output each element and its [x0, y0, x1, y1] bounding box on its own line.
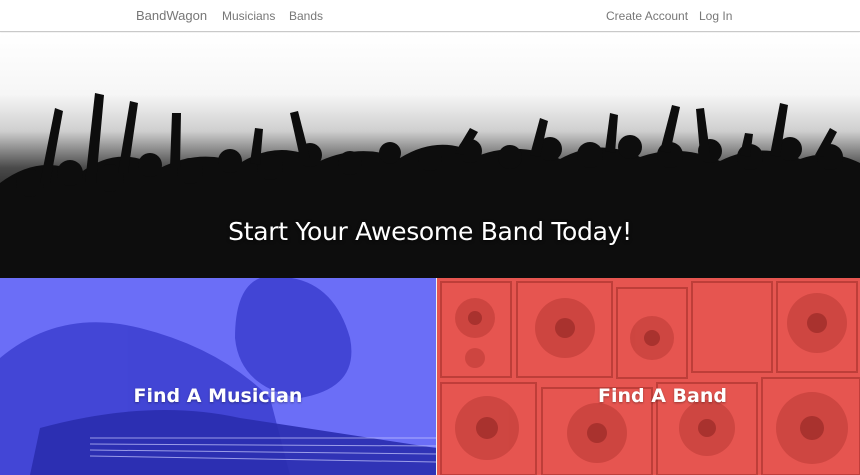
speaker-stack-image — [440, 281, 860, 475]
find-band-label: Find A Band — [598, 385, 727, 407]
find-musician-panel[interactable]: Find A Musician — [0, 278, 436, 475]
find-musician-label: Find A Musician — [133, 385, 303, 407]
top-navbar: BandWagon Musicians Bands Create Account… — [0, 0, 860, 32]
guitarist-image — [0, 278, 436, 475]
create-account-link[interactable]: Create Account — [606, 9, 688, 23]
nav-link-bands[interactable]: Bands — [289, 9, 323, 23]
nav-link-musicians[interactable]: Musicians — [222, 9, 275, 23]
hero-headline: Start Your Awesome Band Today! — [228, 217, 632, 246]
login-link[interactable]: Log In — [699, 9, 732, 23]
hero-banner: Start Your Awesome Band Today! — [0, 33, 860, 278]
brand-link[interactable]: BandWagon — [136, 8, 207, 23]
find-band-panel[interactable]: Find A Band — [437, 278, 860, 475]
